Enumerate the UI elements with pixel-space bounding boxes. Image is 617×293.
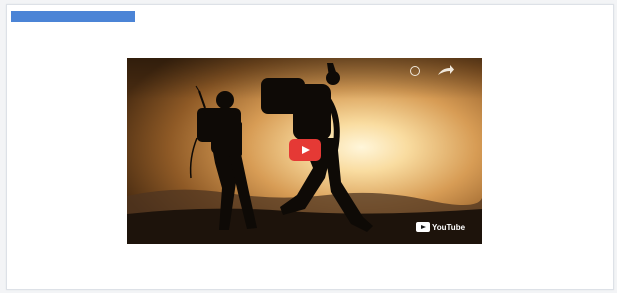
top-bar[interactable] bbox=[11, 11, 135, 22]
play-button-icon[interactable] bbox=[289, 139, 321, 161]
clock-icon[interactable] bbox=[410, 66, 420, 76]
youtube-play-mark-icon bbox=[416, 222, 430, 232]
youtube-logo[interactable]: YouTube bbox=[416, 221, 465, 233]
page-content: YouTube bbox=[6, 4, 614, 290]
embedded-video-player[interactable]: YouTube bbox=[127, 58, 482, 244]
youtube-wordmark: YouTube bbox=[432, 222, 466, 232]
share-icon[interactable] bbox=[436, 65, 454, 77]
